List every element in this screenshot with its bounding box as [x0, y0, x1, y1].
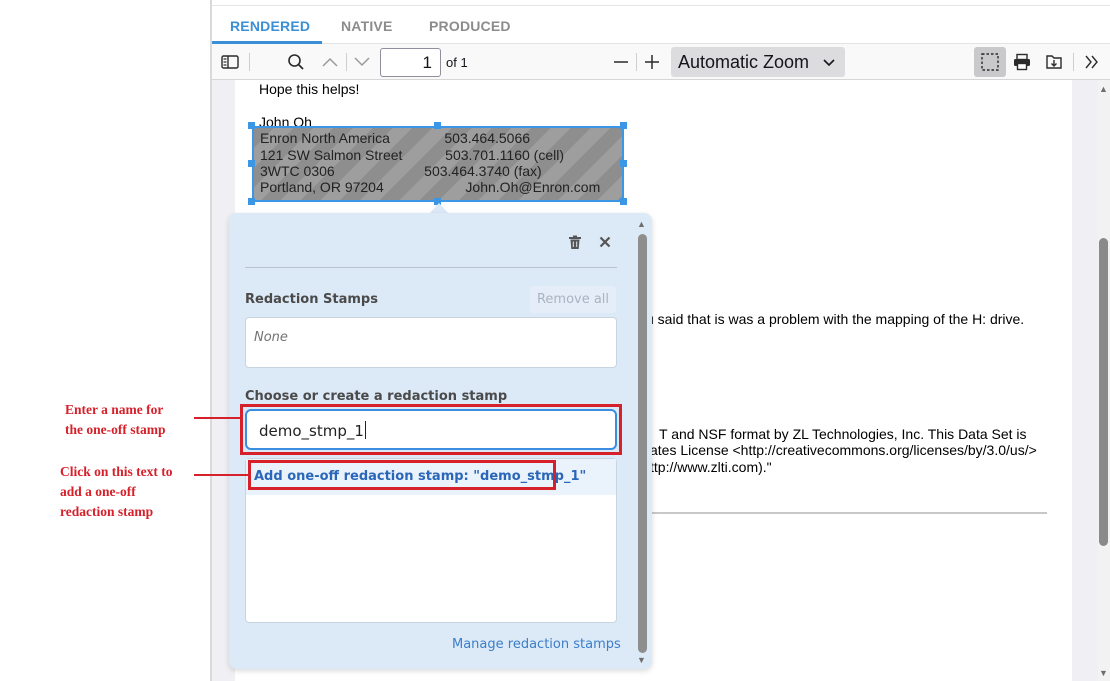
toolbar-separator [249, 53, 250, 71]
resize-handle[interactable] [248, 160, 255, 167]
choose-stamp-label: Choose or create a redaction stamp [245, 389, 508, 404]
resize-handle[interactable] [434, 122, 441, 129]
popup-scrollbar-thumb[interactable] [638, 234, 647, 653]
redaction-area[interactable]: Enron North America 503.464.5066 121 SW … [252, 126, 624, 202]
tab-native[interactable]: NATIVE [341, 18, 393, 34]
redacted-text-line: 3WTC 0306 503.464.3740 (fax) [260, 163, 542, 179]
page-total-label: of 1 [446, 55, 468, 70]
page-number-input[interactable]: 1 [380, 48, 441, 77]
popup-scroll-down-icon[interactable]: ▼ [637, 655, 646, 665]
manage-redaction-stamps-link[interactable]: Manage redaction stamps [452, 637, 621, 652]
resize-handle[interactable] [248, 198, 255, 205]
annotation-line: redaction stamp [60, 504, 154, 519]
sidebar-toggle-icon[interactable] [220, 52, 240, 72]
previous-page-icon[interactable] [320, 52, 340, 72]
resize-handle[interactable] [248, 122, 255, 129]
print-icon[interactable] [1012, 52, 1032, 72]
annotation-highlight-suggestion [248, 460, 556, 490]
popup-scroll-up-icon[interactable]: ▲ [637, 219, 646, 229]
popup-divider [245, 267, 617, 268]
zoom-in-icon[interactable] [642, 52, 662, 72]
annotation-line: the one-off stamp [65, 422, 166, 437]
view-tabs: RENDERED NATIVE PRODUCED [212, 0, 1110, 44]
tab-rendered[interactable]: RENDERED [230, 18, 310, 34]
document-text-line: ates License <http://creativecommons.org… [650, 442, 1037, 458]
annotation-line: add a one-off [60, 484, 136, 499]
app-root: RENDERED NATIVE PRODUCED 1 of 1 Automati… [0, 0, 1110, 681]
zoom-out-icon[interactable] [611, 52, 631, 72]
annotation-highlight-input [240, 404, 622, 455]
close-icon[interactable] [597, 235, 613, 251]
resize-handle[interactable] [620, 198, 627, 205]
more-tools-icon[interactable] [1082, 52, 1102, 72]
document-text-line: ttp://www.zlti.com)." [650, 459, 772, 475]
zoom-select[interactable]: Automatic Zoom [671, 47, 845, 77]
scroll-down-arrow-icon[interactable]: ▼ [1099, 668, 1108, 678]
annotation-line: Enter a name for [65, 402, 164, 417]
annotation-enter-name: Enter a name for the one-off stamp [65, 400, 166, 440]
redacted-text-line: 121 SW Salmon Street 503.701.1160 (cell) [260, 147, 565, 163]
document-text-line: Hope this helps! [259, 81, 360, 97]
annotation-connector [194, 417, 240, 419]
text-select-tool-button[interactable] [974, 47, 1006, 77]
toolbar-separator [346, 53, 347, 71]
resize-handle[interactable] [620, 122, 627, 129]
stamps-empty-value: None [254, 330, 288, 345]
annotation-connector [194, 474, 248, 476]
zoom-value: Automatic Zoom [678, 52, 810, 72]
search-icon[interactable] [286, 52, 306, 72]
resize-handle[interactable] [620, 160, 627, 167]
pdf-toolbar: 1 of 1 Automatic Zoom [212, 44, 1110, 80]
document-text-line: u said that is was a problem with the ma… [646, 311, 1025, 327]
annotation-click-text: Click on this text to add a one-off reda… [60, 462, 173, 522]
remove-all-button[interactable]: Remove all [530, 286, 616, 313]
document-scrollbar-thumb[interactable] [1099, 238, 1108, 546]
annotation-line: Click on this text to [60, 464, 173, 479]
redaction-stamps-title: Redaction Stamps [245, 292, 378, 307]
tabs-topline [212, 0, 1110, 6]
horizontal-rule [645, 512, 1047, 514]
toolbar-separator [1073, 53, 1074, 71]
redaction-stamps-list: None [245, 317, 617, 368]
tab-produced[interactable]: PRODUCED [429, 18, 511, 34]
document-text-line: T and NSF format by ZL Technologies, Inc… [659, 426, 1027, 442]
toolbar-separator [636, 53, 637, 71]
next-page-icon[interactable] [352, 52, 372, 72]
redacted-text-line: Enron North America 503.464.5066 [260, 130, 531, 146]
scroll-up-arrow-icon[interactable]: ▲ [1099, 84, 1108, 94]
chevron-down-icon [823, 47, 835, 77]
redacted-text-line: Portland, OR 97204 John.Oh@Enron.com [260, 179, 601, 195]
download-icon[interactable] [1044, 52, 1064, 72]
trash-icon[interactable] [567, 235, 583, 251]
